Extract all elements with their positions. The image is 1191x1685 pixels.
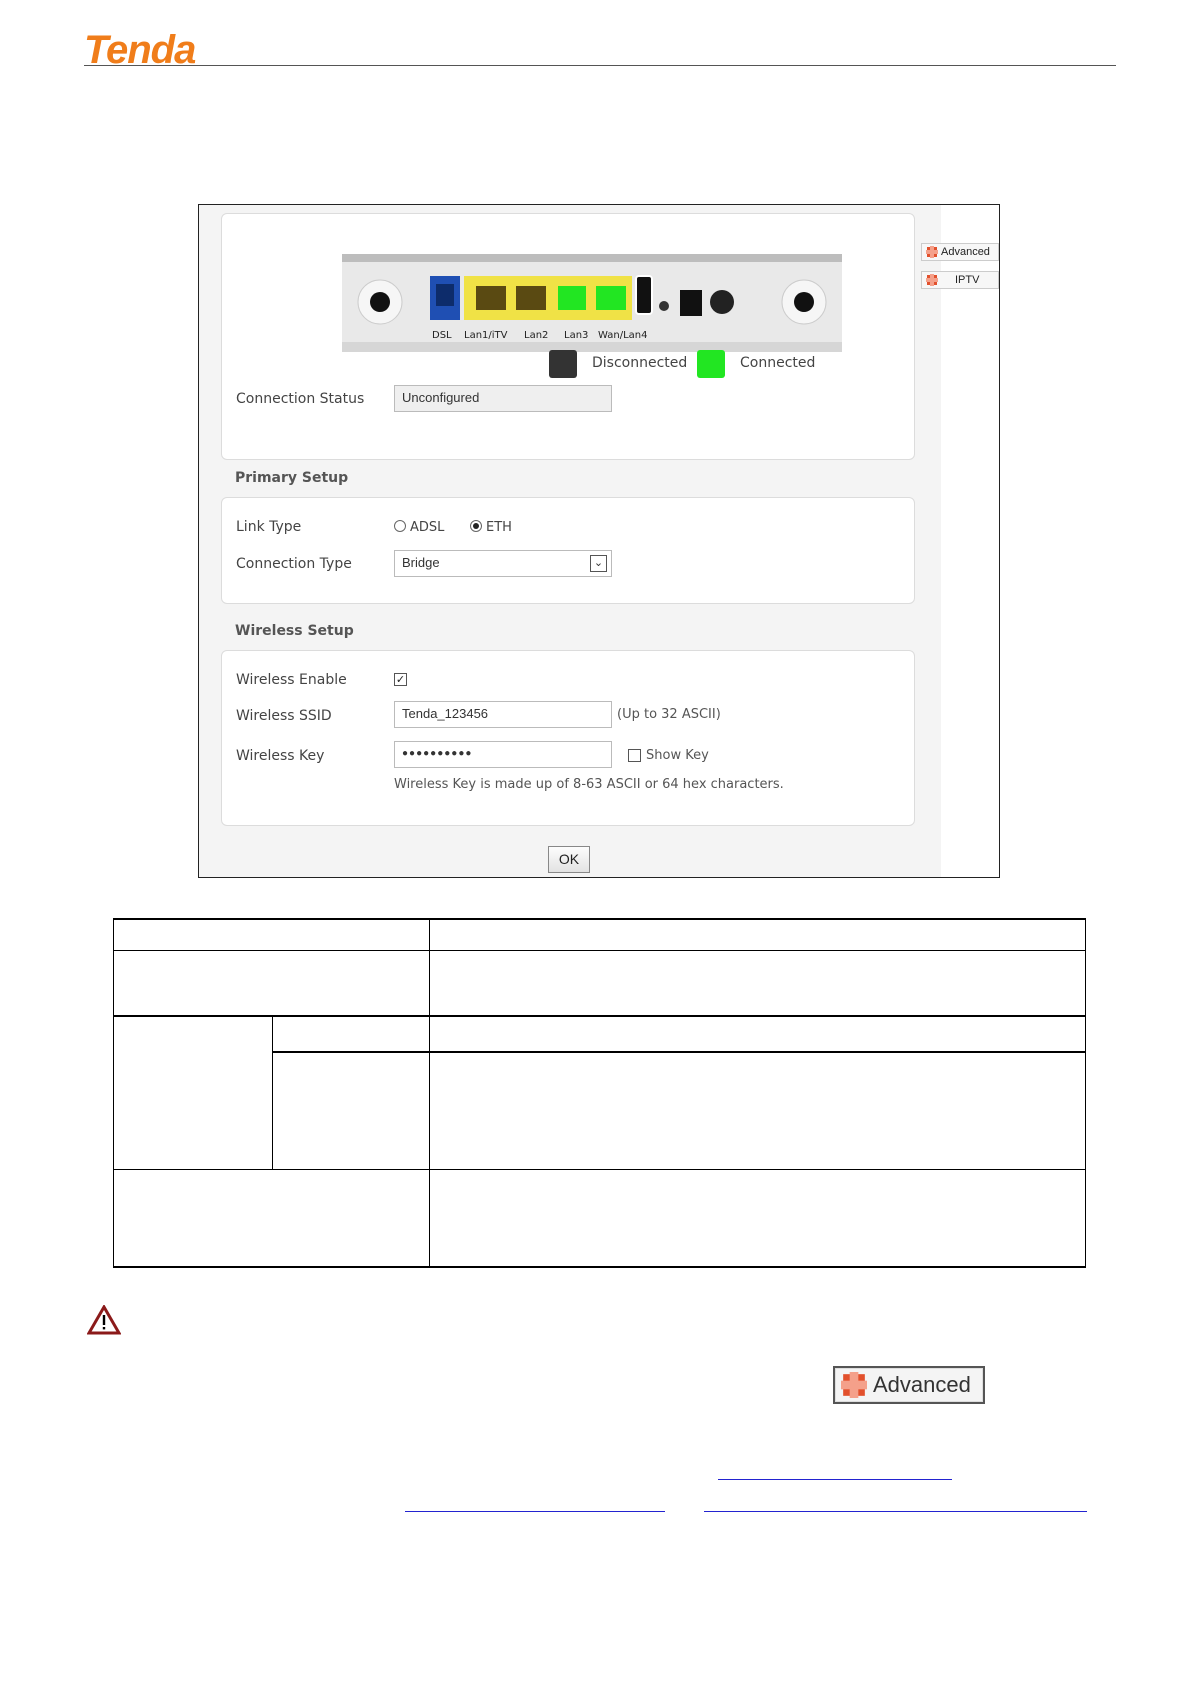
ssid-hint: (Up to 32 ASCII): [617, 707, 721, 722]
advanced-big-icon: [841, 1372, 867, 1398]
port-lan2-label: Lan2: [524, 330, 548, 341]
table-rule: [429, 918, 430, 1268]
router-rear-panel-image: DSL Lan1/iTV Lan2 Lan3 Wan/Lan4: [342, 254, 842, 352]
side-area: [941, 205, 999, 877]
wireless-key-hint: Wireless Key is made up of 8-63 ASCII or…: [394, 777, 784, 792]
table-rule: [272, 1051, 1086, 1053]
wireless-ssid-label: Wireless SSID: [236, 708, 332, 724]
advanced-big-label: Advanced: [873, 1372, 971, 1397]
connection-type-label: Connection Type: [236, 556, 352, 572]
connection-type-value: Bridge: [402, 555, 440, 570]
primary-setup-title: Primary Setup: [235, 470, 349, 486]
advanced-side-label: Advanced: [941, 246, 990, 258]
wireless-key-input[interactable]: ●●●●●●●●●●: [394, 741, 612, 768]
adsl-radio[interactable]: [394, 520, 406, 532]
iptv-icon: [926, 274, 938, 286]
table-rule: [113, 918, 114, 1268]
port-lan3-label: Lan3: [564, 330, 588, 341]
link-underline[interactable]: [405, 1511, 665, 1512]
link-underline[interactable]: [718, 1479, 952, 1480]
wireless-enable-checkbox[interactable]: ✓: [394, 673, 407, 686]
connection-status-label: Connection Status: [236, 391, 365, 407]
legend-connected: Connected: [740, 355, 816, 371]
chevron-down-icon[interactable]: ⌄: [590, 555, 607, 572]
iptv-side-button[interactable]: IPTV: [921, 271, 999, 289]
router-ui-screenshot: DSL Lan1/iTV Lan2 Lan3 Wan/Lan4 Disconne…: [198, 204, 1000, 878]
wireless-setup-panel: Wireless Enable ✓ Wireless SSID Tenda_12…: [221, 650, 915, 826]
link-type-eth-option[interactable]: ETH: [470, 520, 512, 535]
link-underline[interactable]: [704, 1511, 1087, 1512]
connection-type-select[interactable]: Bridge ⌄: [394, 550, 612, 577]
link-type-label: Link Type: [236, 519, 302, 535]
warning-icon: [87, 1305, 121, 1335]
port-wan-label: Wan/Lan4: [598, 330, 647, 341]
advanced-side-button[interactable]: Advanced: [921, 243, 999, 261]
disconnected-swatch: [549, 350, 577, 378]
table-rule: [113, 918, 1086, 920]
advanced-button-image: Advanced: [833, 1366, 985, 1404]
primary-setup-panel: Link Type ADSL ETH Connection Type Bridg…: [221, 497, 915, 604]
port-dsl-label: DSL: [432, 330, 452, 341]
table-rule: [113, 950, 1086, 951]
link-type-adsl-option[interactable]: ADSL: [394, 520, 444, 535]
legend-disconnected: Disconnected: [592, 355, 688, 371]
ok-button[interactable]: OK: [548, 846, 590, 873]
tenda-logo: Tenda: [84, 28, 196, 72]
table-rule: [113, 1015, 1086, 1017]
advanced-icon: [926, 246, 938, 258]
show-key-label: Show Key: [646, 748, 709, 763]
connected-swatch: [697, 350, 725, 378]
wireless-ssid-input[interactable]: Tenda_123456: [394, 701, 612, 728]
eth-label: ETH: [486, 520, 512, 535]
table-rule: [272, 1015, 273, 1170]
header-divider: [84, 65, 1116, 66]
eth-radio[interactable]: [470, 520, 482, 532]
wireless-enable-label: Wireless Enable: [236, 672, 347, 688]
status-panel: DSL Lan1/iTV Lan2 Lan3 Wan/Lan4 Disconne…: [221, 213, 915, 460]
table-rule: [113, 1169, 1086, 1170]
port-labels: DSL Lan1/iTV Lan2 Lan3 Wan/Lan4: [432, 330, 647, 341]
table-rule: [1085, 918, 1086, 1268]
wireless-key-label: Wireless Key: [236, 748, 325, 764]
table-rule: [113, 1266, 1086, 1268]
wireless-setup-title: Wireless Setup: [235, 623, 354, 639]
show-key-checkbox[interactable]: [628, 749, 641, 762]
connection-status-field: Unconfigured: [394, 385, 612, 412]
adsl-label: ADSL: [410, 520, 445, 535]
port-lan1-label: Lan1/iTV: [464, 330, 508, 341]
iptv-side-label: IPTV: [955, 274, 980, 286]
